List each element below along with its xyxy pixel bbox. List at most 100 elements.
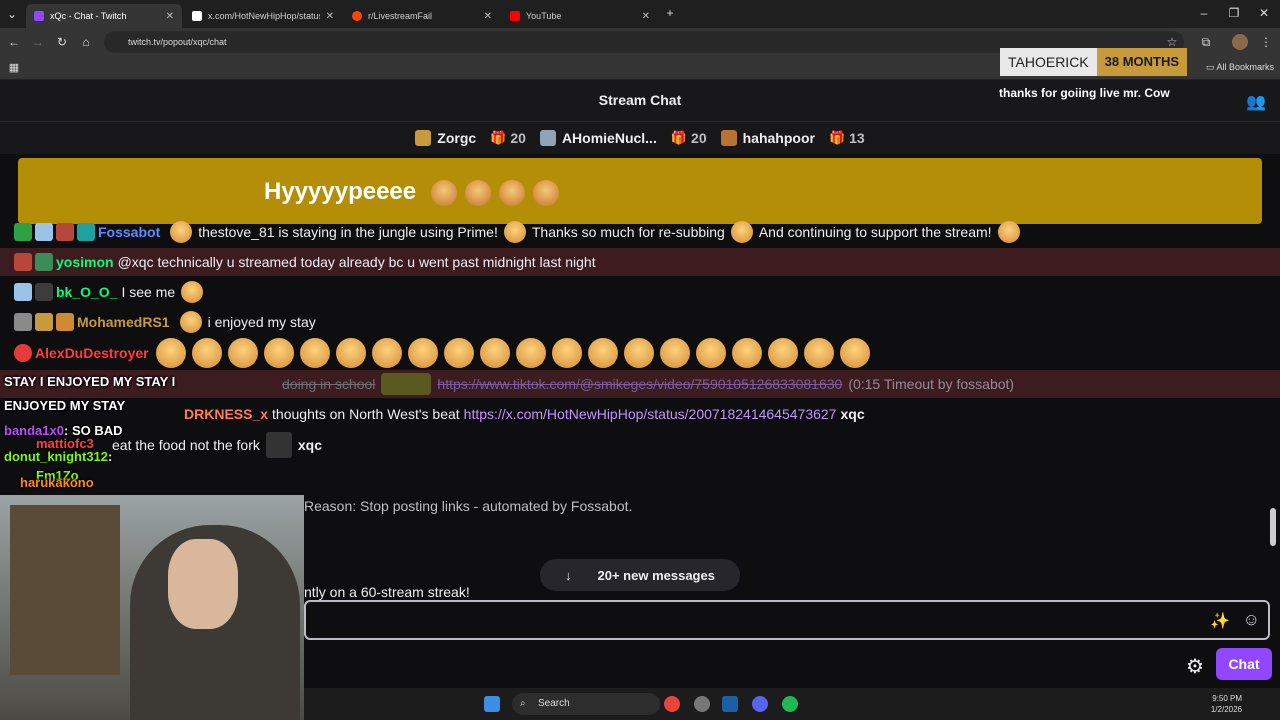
badge-icon <box>14 313 32 331</box>
leaderboard-entry[interactable]: AHomieNucl... <box>539 130 657 146</box>
tab-twitch-chat[interactable]: xQc - Chat - Twitch ✕ <box>26 4 182 28</box>
hype-text: Hyyyyypeeee <box>264 178 417 205</box>
maximize-icon[interactable]: ❐ <box>1226 5 1242 21</box>
close-icon[interactable]: ✕ <box>484 11 492 22</box>
badge-icon <box>56 313 74 331</box>
emote-icon <box>430 179 457 206</box>
chat-username[interactable]: Fossabot <box>98 224 160 240</box>
moderation-reason: Reason: Stop posting links - automated b… <box>304 498 633 514</box>
tab-search-icon[interactable]: ⌄ <box>4 6 20 22</box>
emote-icon <box>997 221 1020 243</box>
taskbar-search[interactable]: ⌕ Search <box>512 693 660 715</box>
gift-icon: 🎁 <box>490 130 507 145</box>
tab-title: x.com/HotNewHipHop/status/2... <box>208 11 320 21</box>
apps-grid-icon[interactable]: ▦ <box>6 60 22 76</box>
emote-picker-icon[interactable]: ☺ <box>1243 610 1260 630</box>
scrollbar-thumb[interactable] <box>1270 508 1276 546</box>
celebration-icon[interactable]: ✨ <box>1210 611 1230 631</box>
windows-taskbar: ⌕ Search 9:50 PM 1/2/2026 <box>304 688 1280 720</box>
chrome-icon[interactable] <box>664 696 680 712</box>
streamer-face <box>168 539 238 629</box>
close-icon[interactable]: ✕ <box>642 11 650 22</box>
windows-start-icon[interactable] <box>484 696 500 712</box>
hype-banner: Hyyyyypeeee <box>18 158 1262 224</box>
emote-icon <box>515 338 546 368</box>
new-tab-icon[interactable]: + <box>662 5 678 21</box>
emote-icon <box>181 281 204 303</box>
gear-icon[interactable]: ⚙ <box>1186 654 1204 679</box>
leaderboard-entry[interactable]: hahahpoor <box>720 130 815 146</box>
chat-username[interactable]: DRKNESS_x <box>184 406 268 422</box>
overlay-chat-line: ENJOYED MY STAY <box>4 398 126 413</box>
leaderboard-entry[interactable]: Zorgc <box>415 130 476 146</box>
steam-icon[interactable] <box>722 696 738 712</box>
emote-icon <box>532 179 559 206</box>
window-close-icon[interactable]: ✕ <box>1256 5 1272 21</box>
chat-username[interactable]: bk_O_O_ <box>56 284 117 300</box>
webcam-background <box>10 505 120 675</box>
profile-avatar[interactable] <box>1232 34 1248 50</box>
gift-count: 🎁 20 <box>671 130 707 146</box>
discord-icon[interactable] <box>752 696 768 712</box>
chat-line-deleted: doing in school https://www.tiktok.com/@… <box>0 370 1280 398</box>
webcam-overlay <box>0 495 304 720</box>
home-icon[interactable]: ⌂ <box>78 34 94 50</box>
chat-mention: xqc <box>840 406 865 422</box>
taskbar-clock[interactable]: 9:50 PM 1/2/2026 <box>1202 693 1242 715</box>
emote-icon <box>191 338 222 368</box>
emote-icon <box>695 338 726 368</box>
overlay-username: donut_knight312 <box>4 449 109 464</box>
streak-message: ntly on a 60-stream streak! <box>304 584 470 600</box>
community-icon[interactable]: 👥 <box>1246 92 1266 112</box>
chat-username[interactable]: MohamedRS1 <box>77 314 170 330</box>
emote-icon <box>767 338 798 368</box>
emote-icon <box>170 221 193 243</box>
overlay-chat-line: donut_knight312: <box>4 449 113 464</box>
emote-icon <box>503 221 526 243</box>
chat-username[interactable]: AlexDuDestroyer <box>35 345 149 361</box>
all-bookmarks[interactable]: ▭ All Bookmarks <box>1206 62 1274 73</box>
tab-youtube[interactable]: YouTube ✕ <box>502 4 658 28</box>
badge-icon <box>35 313 53 331</box>
emote-icon <box>407 338 438 368</box>
tab-title: YouTube <box>526 11 562 21</box>
emote-icon <box>498 179 525 206</box>
timeout-note: (0:15 Timeout by fossabot) <box>848 376 1015 392</box>
app-icon[interactable] <box>694 696 710 712</box>
gifter-name: hahahpoor <box>742 130 815 146</box>
emote-icon <box>803 338 834 368</box>
extensions-icon[interactable]: ⧉ <box>1198 34 1214 50</box>
chat-line: AlexDuDestroyer <box>0 338 1280 368</box>
new-messages-button[interactable]: ↓ 20+ new messages <box>540 559 740 591</box>
chat-username[interactable]: yosimon <box>56 254 114 270</box>
tab-livestreamfail[interactable]: r/LivestreamFail ✕ <box>344 4 500 28</box>
close-icon[interactable]: ✕ <box>166 11 174 22</box>
badge-icon <box>56 223 74 241</box>
chat-message: eat the food not the fork <box>112 437 260 453</box>
chat-link[interactable]: https://x.com/HotNewHipHop/status/200718… <box>464 406 837 422</box>
emote-icon <box>381 373 432 395</box>
gifter-name: AHomieNucl... <box>561 130 657 146</box>
gifter-name: Zorgc <box>437 130 477 146</box>
sub-username: TAHOERICK <box>1000 48 1097 76</box>
forward-icon[interactable]: → <box>30 34 46 50</box>
chat-line: yosimon @xqc technically u streamed toda… <box>0 248 1280 276</box>
spotify-icon[interactable] <box>782 696 798 712</box>
tab-x-status[interactable]: x.com/HotNewHipHop/status/2... ✕ <box>184 4 342 28</box>
chat-line: MohamedRS1 i enjoyed my stay <box>0 310 1280 334</box>
emote-icon <box>443 338 474 368</box>
tab-title: xQc - Chat - Twitch <box>50 11 127 21</box>
deleted-message: doing in school <box>282 376 376 392</box>
chat-input[interactable]: ✨ ☺ <box>304 600 1270 640</box>
chat-message: And continuing to support the stream! <box>758 224 992 240</box>
menu-icon[interactable]: ⋮ <box>1258 34 1274 50</box>
emote-icon <box>587 338 618 368</box>
badge-icon <box>77 223 95 241</box>
reload-icon[interactable]: ↻ <box>54 34 70 50</box>
minimize-icon[interactable]: – <box>1196 5 1212 21</box>
close-icon[interactable]: ✕ <box>326 11 334 22</box>
chat-send-button[interactable]: Chat <box>1216 648 1272 680</box>
back-icon[interactable]: ← <box>6 34 22 50</box>
badge-icon <box>35 223 53 241</box>
search-icon: ⌕ <box>520 698 526 709</box>
